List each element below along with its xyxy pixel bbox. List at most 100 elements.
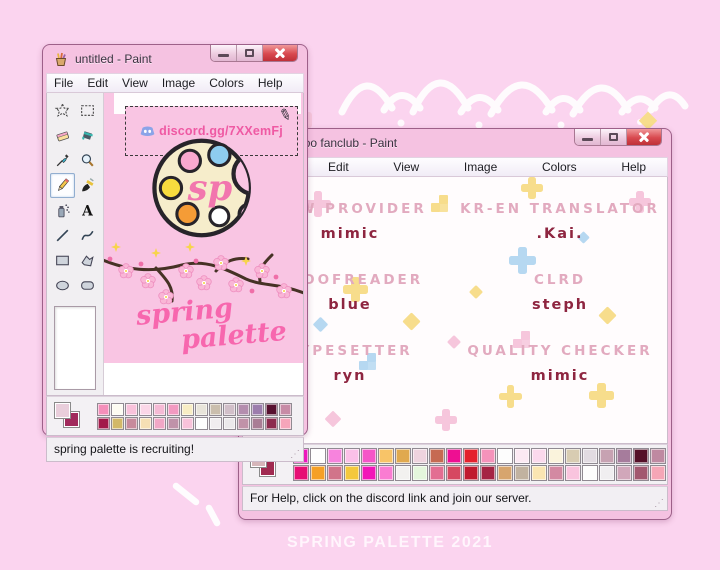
color-swatch[interactable] xyxy=(97,402,110,416)
color-swatch[interactable] xyxy=(599,448,615,464)
rounded-rectangle-tool[interactable] xyxy=(75,273,100,298)
line-tool[interactable] xyxy=(50,223,75,248)
color-swatch[interactable] xyxy=(616,448,632,464)
ellipse-tool[interactable] xyxy=(50,273,75,298)
color-swatch[interactable] xyxy=(237,416,250,430)
paint-window-untitled[interactable]: untitled - Paint File Edit View Image Colors… xyxy=(42,44,308,462)
color-swatch[interactable] xyxy=(446,465,462,481)
color-swatch[interactable] xyxy=(463,448,479,464)
color-swatch[interactable] xyxy=(251,402,264,416)
color-swatch[interactable] xyxy=(650,465,666,481)
color-swatch[interactable] xyxy=(327,448,343,464)
menu-item[interactable]: View xyxy=(386,160,426,174)
text-tool[interactable]: A xyxy=(75,198,100,223)
color-swatch[interactable] xyxy=(167,416,180,430)
color-swatch[interactable] xyxy=(480,448,496,464)
current-colors[interactable] xyxy=(51,400,91,432)
close-button[interactable] xyxy=(263,45,297,61)
color-swatch[interactable] xyxy=(139,402,152,416)
color-swatch[interactable] xyxy=(223,402,236,416)
color-swatch[interactable] xyxy=(279,416,292,430)
color-swatch[interactable] xyxy=(514,448,530,464)
color-swatch[interactable] xyxy=(111,416,124,430)
color-swatch[interactable] xyxy=(209,416,222,430)
brush-tool[interactable] xyxy=(75,173,100,198)
free-form-select-tool[interactable] xyxy=(50,98,75,123)
polygon-tool[interactable] xyxy=(75,248,100,273)
color-swatch[interactable] xyxy=(497,465,513,481)
color-swatch[interactable] xyxy=(514,465,530,481)
color-swatch[interactable] xyxy=(446,448,462,464)
menu-item[interactable]: Colors xyxy=(202,76,251,90)
color-swatch[interactable] xyxy=(582,465,598,481)
color-swatch[interactable] xyxy=(344,465,360,481)
color-swatch[interactable] xyxy=(344,448,360,464)
color-swatch[interactable] xyxy=(429,448,445,464)
select-tool[interactable] xyxy=(75,98,100,123)
color-swatch[interactable] xyxy=(251,416,264,430)
color-swatch[interactable] xyxy=(395,448,411,464)
color-swatch[interactable] xyxy=(497,448,513,464)
color-swatch[interactable] xyxy=(565,448,581,464)
curve-tool[interactable] xyxy=(75,223,100,248)
color-swatch[interactable] xyxy=(650,448,666,464)
maximize-button[interactable] xyxy=(237,45,263,61)
menu-item[interactable]: File xyxy=(47,76,80,90)
color-swatch[interactable] xyxy=(195,402,208,416)
menu-item[interactable]: Edit xyxy=(321,160,356,174)
eraser-tool[interactable] xyxy=(50,123,75,148)
color-swatch[interactable] xyxy=(310,448,326,464)
color-swatch[interactable] xyxy=(279,402,292,416)
color-swatch[interactable] xyxy=(548,448,564,464)
color-swatch[interactable] xyxy=(429,465,445,481)
color-swatch[interactable] xyxy=(111,402,124,416)
color-swatch[interactable] xyxy=(327,465,343,481)
fill-tool[interactable] xyxy=(75,123,100,148)
maximize-button[interactable] xyxy=(601,129,627,145)
color-swatch[interactable] xyxy=(616,465,632,481)
color-swatch[interactable] xyxy=(412,465,428,481)
foreground-color-swatch[interactable] xyxy=(54,402,71,419)
pencil-tool[interactable] xyxy=(50,173,75,198)
color-swatch[interactable] xyxy=(531,465,547,481)
color-swatch[interactable] xyxy=(548,465,564,481)
menu-item[interactable]: Edit xyxy=(80,76,115,90)
color-swatch[interactable] xyxy=(139,416,152,430)
minimize-button[interactable] xyxy=(575,129,601,145)
rectangle-tool[interactable] xyxy=(50,248,75,273)
paint-canvas[interactable]: discord.gg/7XXemFj ✎ sp spring palette xyxy=(104,93,303,363)
color-swatch[interactable] xyxy=(361,448,377,464)
color-swatch[interactable] xyxy=(633,465,649,481)
color-swatch[interactable] xyxy=(395,465,411,481)
menu-item[interactable]: View xyxy=(115,76,155,90)
color-swatch[interactable] xyxy=(293,465,309,481)
color-swatch[interactable] xyxy=(361,465,377,481)
magnifier-tool[interactable] xyxy=(75,148,100,173)
menu-item[interactable]: Help xyxy=(614,160,653,174)
menu-item[interactable]: Image xyxy=(457,160,504,174)
airbrush-tool[interactable] xyxy=(50,198,75,223)
color-swatch[interactable] xyxy=(310,465,326,481)
titlebar[interactable]: untitled - Paint xyxy=(46,45,304,73)
color-swatch[interactable] xyxy=(125,416,138,430)
color-swatch[interactable] xyxy=(463,465,479,481)
color-swatch[interactable] xyxy=(265,416,278,430)
color-swatch[interactable] xyxy=(633,448,649,464)
color-swatch[interactable] xyxy=(265,402,278,416)
color-swatch[interactable] xyxy=(153,402,166,416)
color-swatch[interactable] xyxy=(531,448,547,464)
menu-item[interactable]: Image xyxy=(155,76,202,90)
color-swatch[interactable] xyxy=(167,402,180,416)
close-button[interactable] xyxy=(627,129,661,145)
color-swatch[interactable] xyxy=(378,448,394,464)
color-swatch[interactable] xyxy=(378,465,394,481)
color-picker-tool[interactable] xyxy=(50,148,75,173)
color-swatch[interactable] xyxy=(480,465,496,481)
color-swatch[interactable] xyxy=(582,448,598,464)
color-swatch[interactable] xyxy=(181,416,194,430)
color-swatch[interactable] xyxy=(223,416,236,430)
color-swatch[interactable] xyxy=(195,416,208,430)
color-swatch[interactable] xyxy=(181,402,194,416)
color-swatch[interactable] xyxy=(599,465,615,481)
color-swatch[interactable] xyxy=(209,402,222,416)
